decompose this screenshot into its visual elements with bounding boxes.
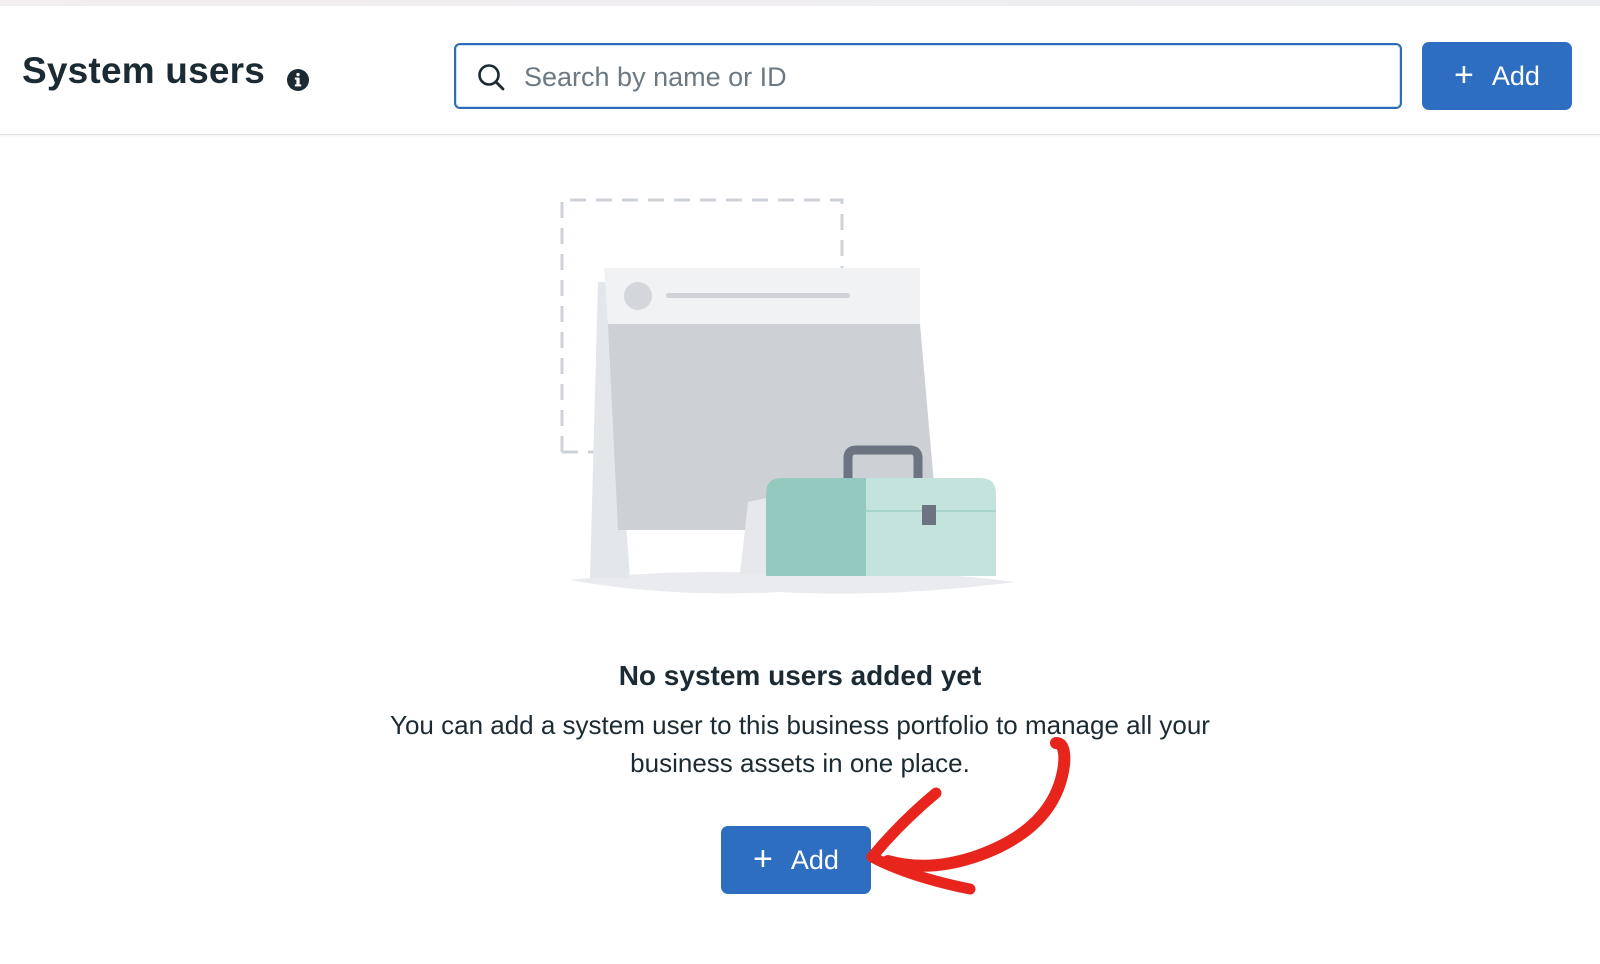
briefcase-lock: [922, 505, 936, 525]
empty-state-title: No system users added yet: [618, 660, 982, 691]
search-input[interactable]: [522, 55, 1386, 99]
page-title: System users: [22, 50, 266, 91]
briefcase-left: [766, 478, 866, 576]
briefcase-right: [866, 478, 996, 576]
header-add-label: Add: [1491, 60, 1540, 91]
page-header: System users + Add: [0, 6, 1600, 135]
empty-state-add-label: Add: [790, 844, 839, 875]
header-add-button[interactable]: + Add: [1422, 42, 1572, 110]
plus-icon: +: [1454, 55, 1474, 94]
card-title-line: [666, 293, 850, 298]
empty-state-description: You can add a system user to this busine…: [390, 710, 1210, 778]
search-icon: [478, 64, 505, 91]
empty-state-add-button[interactable]: + Add: [721, 826, 871, 894]
info-icon[interactable]: [286, 68, 310, 92]
empty-portfolio-illustration: [560, 198, 1015, 594]
search-box[interactable]: [454, 43, 1402, 109]
card-avatar: [624, 282, 652, 310]
red-arrow-annotation: [866, 737, 1071, 895]
plus-icon: +: [753, 839, 773, 878]
